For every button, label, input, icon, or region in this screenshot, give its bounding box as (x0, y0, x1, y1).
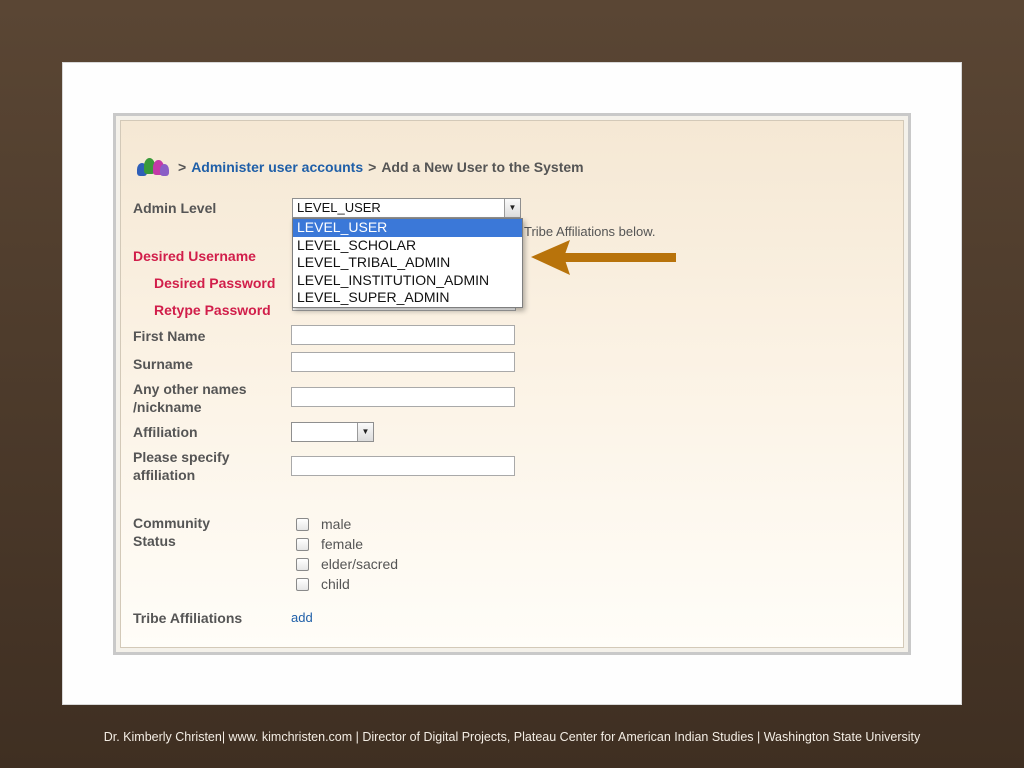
breadcrumb-link-administer-users[interactable]: Administer user accounts (191, 159, 363, 175)
form-panel: > Administer user accounts > Add a New U… (120, 120, 904, 648)
checkbox[interactable] (296, 557, 309, 571)
add-tribe-affiliation-link[interactable]: add (291, 610, 313, 625)
app-window: > Administer user accounts > Add a New U… (113, 113, 911, 655)
admin-level-select[interactable]: LEVEL_USER ▼ (292, 198, 521, 218)
checkbox[interactable] (296, 537, 309, 551)
specify-affiliation-field[interactable] (291, 456, 515, 476)
desired-username-label: Desired Username (133, 248, 256, 264)
breadcrumb-current: Add a New User to the System (381, 159, 584, 175)
other-names-field[interactable] (291, 387, 515, 407)
admin-level-option[interactable]: LEVEL_TRIBAL_ADMIN (293, 254, 522, 272)
annotation-arrow-icon (531, 240, 676, 275)
retype-password-label: Retype Password (154, 302, 271, 318)
admin-level-value: LEVEL_USER (297, 200, 381, 215)
affiliation-select[interactable]: ▼ (291, 422, 374, 442)
admin-level-option[interactable]: LEVEL_SCHOLAR (293, 237, 522, 255)
checkbox-row-child[interactable]: child (292, 574, 398, 594)
checkbox-row-elder-sacred[interactable]: elder/sacred (292, 554, 398, 574)
admin-level-label: Admin Level (133, 200, 217, 216)
first-name-field[interactable] (291, 325, 515, 345)
affiliation-label: Affiliation (133, 424, 198, 440)
other-names-label: Any other names /nickname (133, 381, 247, 415)
breadcrumb-separator: > (368, 159, 377, 175)
slide-footer: Dr. Kimberly Christen| www. kimchristen.… (103, 730, 921, 744)
admin-level-option[interactable]: LEVEL_INSTITUTION_ADMIN (293, 272, 522, 290)
community-status-label: Community Status (133, 515, 210, 549)
checkbox-row-male[interactable]: male (292, 514, 398, 534)
admin-level-dropdown[interactable]: LEVEL_USER LEVEL_SCHOLAR LEVEL_TRIBAL_AD… (292, 218, 523, 308)
checkbox-row-female[interactable]: female (292, 534, 398, 554)
checkbox[interactable] (296, 517, 309, 531)
first-name-label: First Name (133, 328, 206, 344)
surname-label: Surname (133, 356, 193, 372)
desired-password-label: Desired Password (154, 275, 276, 291)
breadcrumb: > Administer user accounts > Add a New U… (135, 155, 584, 179)
breadcrumb-separator: > (178, 159, 187, 175)
surname-field[interactable] (291, 352, 515, 372)
chevron-down-icon[interactable]: ▼ (504, 199, 520, 217)
admin-level-option[interactable]: LEVEL_USER (293, 219, 522, 237)
community-status-options: male female elder/sacred child (292, 514, 398, 594)
specify-affiliation-label: Please specify affiliation (133, 449, 230, 483)
admin-level-option[interactable]: LEVEL_SUPER_ADMIN (293, 289, 522, 307)
users-icon (135, 156, 171, 178)
checkbox[interactable] (296, 577, 309, 591)
chevron-down-icon[interactable]: ▼ (357, 423, 373, 441)
tribe-affiliations-label: Tribe Affiliations (133, 610, 243, 626)
